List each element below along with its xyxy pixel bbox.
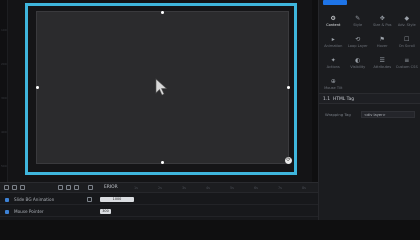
tool-custom-css[interactable]: ≡ Custom CSS [395, 56, 420, 73]
settings-icon[interactable] [58, 185, 63, 190]
tool-icon: ⟲ [355, 36, 361, 43]
wrapping-tag-select[interactable]: <div layer> [361, 111, 415, 118]
time-tick: 3s [182, 186, 186, 190]
resize-handle-left[interactable] [36, 86, 39, 89]
tool-label: Loop Layer [347, 44, 368, 48]
pause-icon[interactable] [12, 185, 17, 190]
tool-label: Hover [376, 44, 388, 48]
tool-icon: ☰ [379, 57, 385, 64]
timeline-header-label: ERIOR [104, 185, 118, 190]
tool-icon: ✦ [330, 57, 336, 64]
wrapping-tag-label: Wrapping Tag [325, 112, 351, 117]
tool-icon: ⚑ [379, 36, 385, 43]
ruler-mark: 300 [1, 96, 7, 100]
tool-icon: ☐ [404, 36, 410, 43]
tool-icon: ▸ [331, 36, 335, 43]
keyframe-icon[interactable] [88, 185, 93, 190]
tool-loop-layer[interactable]: ⟲ Loop Layer [346, 35, 371, 52]
tool-style[interactable]: ✎ Style [346, 14, 371, 31]
timeline-row-name: Slide BG Animation [14, 197, 55, 202]
animation-bar[interactable]: 1000 [100, 197, 134, 202]
tool-icon: ◆ [404, 15, 410, 22]
tool-icon: ⚙ [330, 15, 336, 22]
layer-options-panel: ⚙ Content ✎ Style ✥ Size & Pos ◆ Adv. Style … [318, 0, 420, 220]
tool-animation[interactable]: ▸ Animation [321, 35, 346, 52]
tool-label: Custom CSS [395, 65, 418, 69]
save-button[interactable] [323, 0, 347, 5]
timeline-row-mouse-pointer[interactable]: Mouse Pointer 300 [0, 207, 318, 217]
timeline-row-name: Mouse Pointer [14, 209, 44, 214]
html-tag-section-header[interactable]: 1.1 HTML Tag [319, 93, 420, 104]
stage-canvas[interactable]: 100 200 300 400 500 ⟳ [0, 0, 312, 182]
stop-icon[interactable] [20, 185, 25, 190]
ruler-mark: 200 [1, 62, 7, 66]
snap-icon[interactable] [74, 185, 79, 190]
time-tick: 6s [254, 186, 258, 190]
section-number: 1.1 [323, 97, 330, 102]
tool-label: Visibility [350, 65, 366, 69]
tool-label: Mouse Tilt [324, 86, 343, 90]
tool-label: Style [353, 23, 363, 27]
tool-actions[interactable]: ✦ Actions [321, 56, 346, 73]
resize-handle-top[interactable] [161, 11, 164, 14]
tool-label: On Scroll [398, 44, 415, 48]
panel-header [319, 0, 420, 12]
resize-handle-bottom[interactable] [161, 161, 164, 164]
tool-label: Actions [326, 65, 340, 69]
ruler-mark: 500 [1, 164, 7, 168]
tool-label: Attributes [373, 65, 392, 69]
tool-icon: ⊕ [330, 78, 336, 85]
tool-size-pos[interactable]: ✥ Size & Pos [370, 14, 395, 31]
tool-label: Adv. Style [397, 23, 416, 27]
row-settings-icon[interactable] [87, 197, 92, 202]
layer-type-icon [5, 210, 9, 214]
time-tick: 1s [134, 186, 138, 190]
animation-bar[interactable]: 300 [100, 209, 111, 214]
timeline-row-slide-bg[interactable]: Slide BG Animation 1000 [0, 195, 318, 205]
tool-mouse-tilt[interactable]: ⊕ Mouse Tilt [321, 77, 346, 94]
tool-icon: ✥ [379, 15, 385, 22]
section-title: HTML Tag [333, 97, 355, 102]
vertical-ruler: 100 200 300 400 500 [0, 0, 8, 182]
ruler-mark: 400 [1, 130, 7, 134]
tool-content[interactable]: ⚙ Content [321, 14, 346, 31]
tool-attributes[interactable]: ☰ Attributes [370, 56, 395, 73]
grid-icon[interactable] [66, 185, 71, 190]
ruler-mark: 100 [1, 28, 7, 32]
tool-icon: ✎ [355, 15, 361, 22]
time-tick: 4s [206, 186, 210, 190]
tool-label: Size & Pos [372, 23, 392, 27]
time-tick: 7s [278, 186, 282, 190]
tool-label: Animation [324, 44, 343, 48]
tool-icon: ≡ [404, 57, 410, 64]
tool-icon: ◐ [355, 57, 361, 64]
tool-hover[interactable]: ⚑ Hover [370, 35, 395, 52]
time-tick: 8s [302, 186, 306, 190]
tool-grid: ⚙ Content ✎ Style ✥ Size & Pos ◆ Adv. Style … [321, 14, 419, 94]
mouse-pointer-icon [155, 78, 168, 96]
wrapping-tag-row: Wrapping Tag <div layer> [325, 111, 419, 119]
time-tick: 2s [158, 186, 162, 190]
time-tick: 5s [230, 186, 234, 190]
tool-on-scroll[interactable]: ☐ On Scroll [395, 35, 420, 52]
resize-handle-right[interactable] [287, 86, 290, 89]
tool-label: Content [326, 23, 341, 27]
rotate-icon[interactable]: ⟳ [285, 157, 292, 164]
timeline-toolbar: ERIOR 1s 2s 3s 4s 5s 6s 7s 8s [0, 183, 318, 193]
timeline-panel: ERIOR 1s 2s 3s 4s 5s 6s 7s 8s Slide BG A… [0, 182, 318, 220]
tool-visibility[interactable]: ◐ Visibility [346, 56, 371, 73]
tool-adv-style[interactable]: ◆ Adv. Style [395, 14, 420, 31]
layer-type-icon [5, 198, 9, 202]
play-icon[interactable] [4, 185, 9, 190]
